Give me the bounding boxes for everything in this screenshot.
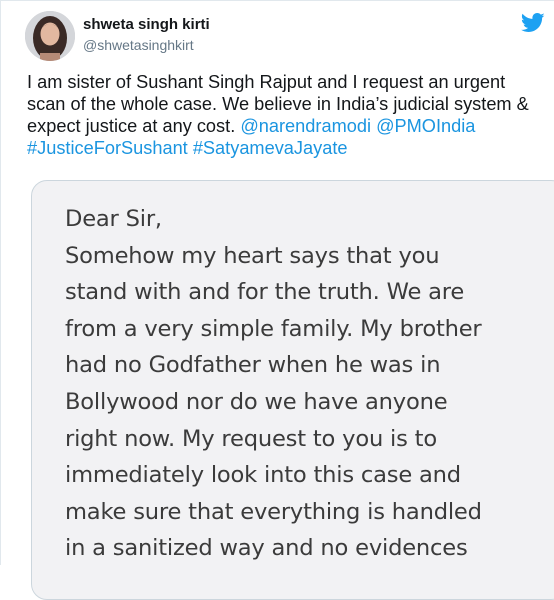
hashtag-link[interactable]: #JusticeForSushant bbox=[27, 138, 188, 158]
attached-image[interactable]: Dear Sir, Somehow my heart says that you… bbox=[31, 180, 554, 600]
tweet-text-line-3: expect justice at any cost. bbox=[27, 116, 241, 136]
mention-link[interactable]: @narendramodi bbox=[240, 116, 371, 136]
letter-line: make sure that everything is handled bbox=[65, 498, 482, 525]
tweet-text-line-2: scan of the whole case. We believe in In… bbox=[27, 94, 529, 114]
letter-line: from a very simple family. My brother bbox=[65, 315, 482, 342]
avatar[interactable] bbox=[25, 11, 75, 61]
twitter-bird-icon[interactable] bbox=[521, 13, 545, 33]
letter-line: stand with and for the truth. We are bbox=[65, 279, 465, 306]
letter-line: immediately look into this case and bbox=[65, 462, 461, 489]
letter-line: Bollywood nor do we have anyone bbox=[65, 388, 448, 415]
letter-line: right now. My request to you is to bbox=[65, 425, 437, 452]
letter-line: had no Godfather when he was in bbox=[65, 352, 441, 379]
mention-link[interactable]: @PMOIndia bbox=[376, 116, 475, 136]
tweet-text: I am sister of Sushant Singh Rajput and … bbox=[27, 71, 547, 159]
letter-line: in a sanitized way and no evidences bbox=[65, 535, 468, 562]
tweet-card: shweta singh kirti @shwetasinghkirt I am… bbox=[0, 0, 554, 600]
letter-text: Dear Sir, Somehow my heart says that you… bbox=[65, 201, 535, 567]
display-name[interactable]: shweta singh kirti bbox=[83, 16, 210, 33]
letter-line: Somehow my heart says that you bbox=[65, 242, 440, 269]
avatar-icon bbox=[25, 11, 75, 61]
user-handle[interactable]: @shwetasinghkirt bbox=[83, 37, 194, 53]
letter-line: Dear Sir, bbox=[65, 206, 162, 232]
tweet-text-line-1: I am sister of Sushant Singh Rajput and … bbox=[27, 72, 506, 92]
hashtag-link[interactable]: #SatyamevaJayate bbox=[193, 138, 348, 158]
